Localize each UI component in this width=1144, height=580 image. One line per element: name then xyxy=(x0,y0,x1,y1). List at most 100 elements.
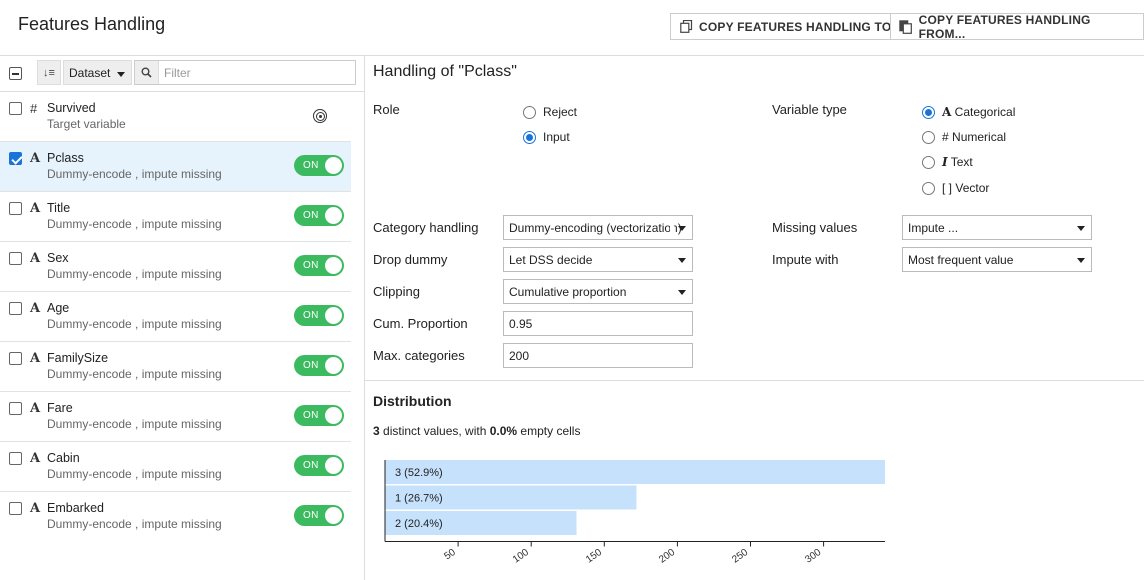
feature-row-familysize[interactable]: A FamilySize Dummy-encode , impute missi… xyxy=(0,342,351,392)
max-categories-input[interactable]: 200 xyxy=(503,343,693,368)
feature-checkbox[interactable] xyxy=(9,252,22,265)
feature-row-pclass[interactable]: A Pclass Dummy-encode , impute missing O… xyxy=(0,142,351,192)
search-icon xyxy=(135,61,159,84)
feature-description: Dummy-encode , impute missing xyxy=(47,317,222,331)
feature-name: Embarked xyxy=(47,501,104,515)
categorical-type-icon: A xyxy=(30,351,41,366)
feature-toggle[interactable]: ON xyxy=(294,505,344,526)
x-tick-label-4: 250 xyxy=(730,547,750,566)
dataset-select-value: Dataset xyxy=(69,66,111,80)
categorical-type-icon: A xyxy=(30,151,41,166)
feature-description: Target variable xyxy=(47,117,126,131)
feature-description: Dummy-encode , impute missing xyxy=(47,467,222,481)
caret-down-icon xyxy=(678,290,686,295)
text-type-icon: I xyxy=(942,155,948,169)
numerical-type-icon: # xyxy=(30,101,38,116)
copy-features-handling-from-button[interactable]: COPY FEATURES HANDLING FROM... xyxy=(890,13,1144,41)
feature-row-embarked[interactable]: A Embarked Dummy-encode , impute missing… xyxy=(0,492,351,542)
drop-dummy-label: Drop dummy xyxy=(373,252,448,267)
feature-toggle[interactable]: ON xyxy=(294,405,344,426)
clipping-label: Clipping xyxy=(373,284,420,299)
feature-checkbox[interactable] xyxy=(9,402,22,415)
feature-handling-panel: Handling of "Pclass" Role Reject Input V… xyxy=(365,56,1144,580)
dataset-sort-select[interactable]: Dataset xyxy=(63,60,132,85)
feature-row-age[interactable]: A Age Dummy-encode , impute missing ON xyxy=(0,292,351,342)
feature-checkbox[interactable] xyxy=(9,202,22,215)
x-tick-label-0: 50 xyxy=(442,547,458,563)
missing-values-select[interactable]: Impute ... xyxy=(902,215,1092,240)
categorical-type-icon: A xyxy=(30,401,41,416)
feature-toggle[interactable]: ON xyxy=(294,205,344,226)
type-vector-radio[interactable] xyxy=(922,182,935,195)
missing-values-label: Missing values xyxy=(772,220,858,235)
feature-name: Title xyxy=(47,201,71,215)
x-tick-label-2: 150 xyxy=(584,547,604,566)
copy-to-label: COPY FEATURES HANDLING TO... xyxy=(699,19,902,34)
type-numerical-radio[interactable] xyxy=(922,131,935,144)
copy-features-handling-to-button[interactable]: COPY FEATURES HANDLING TO... xyxy=(670,13,911,40)
page-title: Features Handling xyxy=(18,14,166,34)
feature-name: FamilySize xyxy=(47,351,109,365)
feature-checkbox[interactable] xyxy=(9,452,22,465)
filter-input[interactable] xyxy=(159,62,355,83)
role-reject-radio[interactable] xyxy=(523,106,536,119)
feature-description: Dummy-encode , impute missing xyxy=(47,267,222,281)
feature-row-sex[interactable]: A Sex Dummy-encode , impute missing ON xyxy=(0,242,351,292)
role-input-radio[interactable] xyxy=(523,131,536,144)
feature-toggle[interactable]: ON xyxy=(294,155,344,176)
feature-checkbox[interactable] xyxy=(9,302,22,315)
categorical-type-icon: A xyxy=(30,501,41,516)
target-icon xyxy=(313,109,327,123)
impute-with-select[interactable]: Most frequent value xyxy=(902,247,1092,272)
feature-toggle[interactable]: ON xyxy=(294,455,344,476)
feature-toggle[interactable]: ON xyxy=(294,355,344,376)
category-handling-label: Category handling xyxy=(373,220,479,235)
type-categorical-label: A Categorical xyxy=(942,105,1016,119)
distribution-chart: 3 (52.9%) 1 (26.7%) 2 (20.4%) 50 100 150 200 25… xyxy=(384,460,885,566)
feature-toggle[interactable]: ON xyxy=(294,305,344,326)
numerical-type-icon: # xyxy=(942,130,949,144)
role-label: Role xyxy=(373,102,400,117)
categorical-type-icon: A xyxy=(30,301,41,316)
page-header: Features Handling COPY FEATURES HANDLING… xyxy=(0,0,1144,56)
bar-0 xyxy=(385,460,885,484)
features-sidebar: ↓≡ Dataset # Survived Target variable A … xyxy=(0,56,365,580)
drop-dummy-select[interactable]: Let DSS decide xyxy=(503,247,693,272)
feature-description: Dummy-encode , impute missing xyxy=(47,217,222,231)
sort-icon: ↓≡ xyxy=(43,66,55,79)
distribution-title: Distribution xyxy=(373,393,452,409)
clipping-select[interactable]: Cumulative proportion xyxy=(503,279,693,304)
cum-proportion-input[interactable]: 0.95 xyxy=(503,311,693,336)
x-tick-label-3: 200 xyxy=(657,547,677,566)
features-toolbar: ↓≡ Dataset xyxy=(0,56,364,92)
paste-icon xyxy=(899,19,913,34)
variable-type-label: Variable type xyxy=(772,102,847,117)
feature-description: Dummy-encode , impute missing xyxy=(47,167,222,181)
bar-label-1: 1 (26.7%) xyxy=(395,493,443,505)
select-all-checkbox[interactable] xyxy=(9,67,22,80)
sort-button[interactable]: ↓≡ xyxy=(37,60,61,85)
caret-down-icon xyxy=(1077,226,1085,231)
feature-checkbox[interactable] xyxy=(9,152,22,165)
feature-row-cabin[interactable]: A Cabin Dummy-encode , impute missing ON xyxy=(0,442,351,492)
bar-label-0: 3 (52.9%) xyxy=(395,467,443,479)
feature-name: Sex xyxy=(47,251,69,265)
type-text-radio[interactable] xyxy=(922,156,935,169)
type-categorical-radio[interactable] xyxy=(922,106,935,119)
feature-checkbox[interactable] xyxy=(9,102,22,115)
feature-row-survived[interactable]: # Survived Target variable xyxy=(0,92,351,142)
feature-row-fare[interactable]: A Fare Dummy-encode , impute missing ON xyxy=(0,392,351,442)
caret-down-icon xyxy=(678,226,686,231)
caret-down-icon xyxy=(678,258,686,263)
type-vector-label: [ ] Vector xyxy=(942,181,990,195)
categorical-type-icon: A xyxy=(942,105,952,119)
feature-checkbox[interactable] xyxy=(9,352,22,365)
feature-name: Survived xyxy=(47,101,96,115)
feature-toggle[interactable]: ON xyxy=(294,255,344,276)
feature-checkbox[interactable] xyxy=(9,502,22,515)
feature-row-title[interactable]: A Title Dummy-encode , impute missing ON xyxy=(0,192,351,242)
features-list: # Survived Target variable A Pclass Dumm… xyxy=(0,92,351,542)
category-handling-select[interactable]: Dummy-encoding (vectorization) xyxy=(503,215,693,240)
categorical-type-icon: A xyxy=(30,451,41,466)
feature-name: Pclass xyxy=(47,151,84,165)
